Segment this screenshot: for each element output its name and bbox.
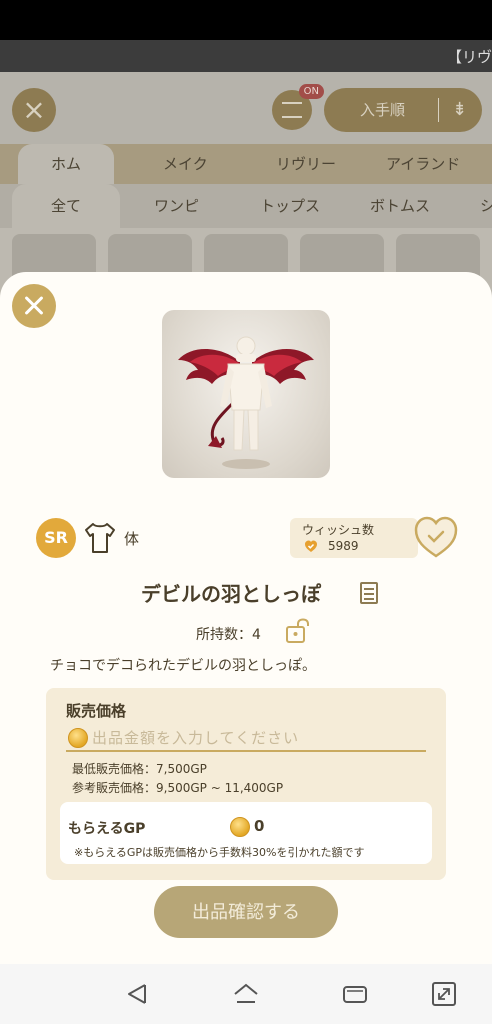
recent-apps-icon[interactable]	[341, 980, 369, 1008]
wish-count: 5989	[328, 539, 359, 553]
subcategory-tab-bottoms: ボトムス	[370, 197, 431, 215]
slot-label: 体	[124, 530, 140, 548]
back-icon[interactable]	[124, 980, 152, 1008]
status-bar	[0, 0, 492, 40]
background-title-bar: 【リヴ	[0, 40, 492, 72]
item-image	[162, 310, 330, 478]
sort-order-icon: ⇟	[452, 99, 468, 120]
background-close-icon: ×	[12, 88, 56, 132]
price-label: 販売価格	[66, 702, 127, 720]
fee-note: ※もらえるGPは販売価格から手数料30%を引かれた額です	[74, 846, 365, 859]
sell-item-sheet: SR 体 ウィッシュ数 5989 デビルの羽としっぽ 所持数：4 チョコでデコら…	[0, 272, 492, 964]
price-placeholder: 出品金額を入力してください	[92, 729, 300, 747]
confirm-listing-button[interactable]: 出品確認する	[154, 886, 338, 938]
filter-on-badge: ON	[298, 84, 324, 99]
received-gp-value: 0	[254, 817, 265, 835]
owned-count: 所持数：4	[196, 627, 261, 643]
gp-coin-icon	[68, 728, 88, 748]
background-header: × ON 入手順 ⇟	[0, 72, 492, 144]
price-panel: 販売価格 出品金額を入力してください 最低販売価格：7,500GP 参考販売価格…	[46, 688, 446, 880]
background-category-tabs: ホム メイク リヴリー アイランド	[0, 144, 492, 184]
category-tab-home: ホム	[18, 144, 114, 184]
received-gp-label: もらえるGP	[68, 821, 146, 837]
filter-lines-icon	[282, 102, 302, 118]
wish-label: ウィッシュ数	[302, 523, 375, 537]
received-gp-box: もらえるGP 0 ※もらえるGPは販売価格から手数料30%を引かれた額です	[60, 802, 432, 864]
item-title: デビルの羽としっぽ	[141, 582, 321, 606]
background-subcategory-tabs: 全て ワンピ トップス ボトムス シ	[0, 184, 492, 228]
subcategory-tab-all: 全て	[12, 184, 120, 228]
wish-heart-button[interactable]	[412, 514, 460, 560]
background-title: 【リヴ	[446, 48, 492, 66]
category-tab-island: アイランド	[386, 155, 461, 173]
gp-coin-icon	[230, 817, 250, 837]
wish-heart-icon	[305, 540, 317, 552]
reference-price: 参考販売価格：9,500GP ~ 11,400GP	[72, 781, 284, 795]
background-sort-button: 入手順 ⇟	[324, 88, 482, 132]
rarity-badge: SR	[36, 518, 76, 558]
devil-wings-illustration	[178, 336, 314, 469]
system-nav-bar	[0, 964, 492, 1024]
category-tab-livly: リヴリー	[276, 155, 337, 173]
sort-label: 入手順	[360, 101, 406, 119]
item-description: チョコでデコられたデビルの羽としっぽ。	[50, 658, 316, 674]
expand-icon[interactable]	[430, 980, 458, 1008]
catalog-book-icon[interactable]	[360, 582, 378, 604]
min-price: 最低販売価格：7,500GP	[72, 762, 207, 776]
sort-divider	[438, 98, 439, 122]
subcategory-tab-onepiece: ワンピ	[154, 197, 200, 215]
home-icon[interactable]	[232, 980, 260, 1008]
subcategory-tab-tops: トップス	[260, 197, 321, 215]
unlock-icon[interactable]	[284, 618, 312, 644]
price-input[interactable]: 出品金額を入力してください	[66, 724, 426, 752]
subcategory-tab-more: シ	[480, 197, 492, 215]
close-button[interactable]	[12, 284, 56, 328]
wish-count-box: ウィッシュ数 5989	[290, 518, 418, 558]
background-filter-icon: ON	[272, 84, 324, 130]
shirt-icon	[85, 523, 115, 553]
category-tab-make: メイク	[163, 155, 208, 173]
